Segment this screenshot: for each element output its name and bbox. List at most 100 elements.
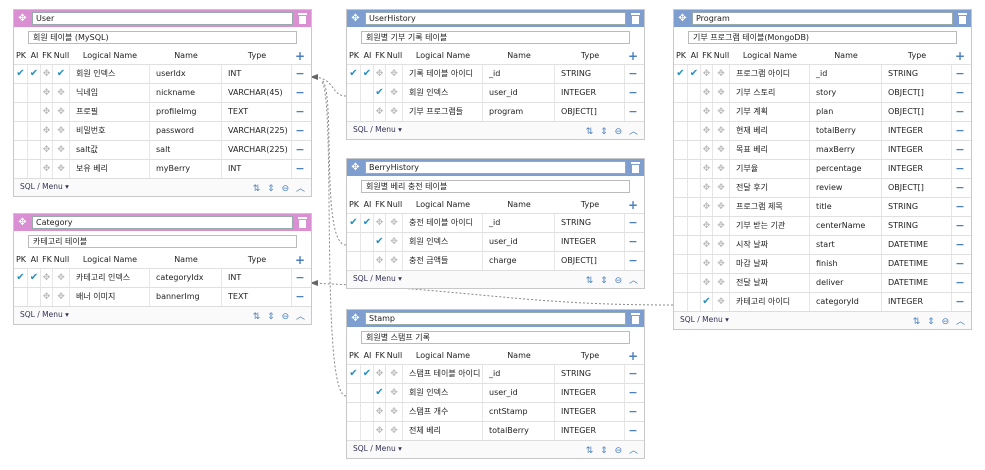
column-type-cell[interactable]: OBJECT[] <box>555 103 625 121</box>
column-type-cell[interactable]: TEXT <box>222 103 292 121</box>
logical-name-cell[interactable]: 전달 날짜 <box>730 274 810 292</box>
fk-toggle[interactable]: ✥ <box>701 84 713 102</box>
remove-column-icon[interactable]: − <box>952 160 968 178</box>
column-type-cell[interactable]: STRING <box>555 65 625 83</box>
column-type-cell[interactable]: INTEGER <box>882 141 952 159</box>
column-name-cell[interactable]: program <box>483 103 555 121</box>
logical-name-cell[interactable]: 스탬프 테이블 아이디 <box>403 365 483 383</box>
table-name-input[interactable]: Stamp <box>365 312 626 325</box>
column-name-cell[interactable]: _id <box>810 65 882 83</box>
trash-icon[interactable] <box>630 161 641 174</box>
column-name-cell[interactable]: userIdx <box>150 65 222 83</box>
table-name-input[interactable]: BerryHistory <box>365 161 626 174</box>
fk-toggle[interactable]: ✥ <box>41 160 53 178</box>
column-name-cell[interactable]: password <box>150 122 222 140</box>
ai-toggle[interactable] <box>28 84 41 102</box>
logical-name-cell[interactable]: 닉네임 <box>70 84 150 102</box>
remove-column-icon[interactable]: − <box>625 214 641 232</box>
trash-icon[interactable] <box>297 12 308 25</box>
null-toggle[interactable]: ✥ <box>53 122 70 140</box>
remove-column-icon[interactable]: − <box>952 141 968 159</box>
add-column-icon[interactable]: + <box>292 253 308 267</box>
ai-toggle[interactable] <box>688 236 701 254</box>
ai-toggle[interactable] <box>361 422 374 440</box>
null-toggle[interactable]: ✥ <box>713 293 730 311</box>
remove-column-icon[interactable]: − <box>292 84 308 102</box>
remove-column-icon[interactable]: − <box>625 403 641 421</box>
column-type-cell[interactable]: STRING <box>882 217 952 235</box>
add-column-icon[interactable]: + <box>625 49 641 63</box>
null-toggle[interactable]: ✥ <box>386 84 403 102</box>
null-toggle[interactable]: ✥ <box>386 233 403 251</box>
pk-toggle[interactable] <box>14 122 28 140</box>
fk-toggle[interactable]: ✥ <box>701 122 713 140</box>
column-name-cell[interactable]: start <box>810 236 882 254</box>
pk-toggle[interactable]: ✔ <box>674 65 688 83</box>
table-userhistory[interactable]: ✥ UserHistory 회원별 기부 기록 테이블 PK AI FK Null Lo… <box>346 9 645 140</box>
null-toggle[interactable]: ✥ <box>713 160 730 178</box>
table-program[interactable]: ✥ Program 기부 프로그램 테이블(MongoDB) PK AI FK Nul… <box>673 9 972 330</box>
remove-column-icon[interactable]: − <box>952 65 968 83</box>
column-name-cell[interactable]: charge <box>483 252 555 270</box>
fk-toggle[interactable]: ✥ <box>374 252 386 270</box>
column-type-cell[interactable]: STRING <box>882 198 952 216</box>
fk-toggle[interactable]: ✥ <box>701 65 713 83</box>
null-toggle[interactable]: ✥ <box>386 403 403 421</box>
table-header[interactable]: ✥ Program <box>674 10 971 27</box>
column-name-cell[interactable]: categoryIdx <box>150 269 222 287</box>
column-type-cell[interactable]: DATETIME <box>882 236 952 254</box>
logical-name-cell[interactable]: 기부율 <box>730 160 810 178</box>
remove-column-icon[interactable]: − <box>292 103 308 121</box>
table-comment-input[interactable]: 회원별 베리 충전 테이블 <box>361 180 630 193</box>
logical-name-cell[interactable]: 충전 금액들 <box>403 252 483 270</box>
footer-icons[interactable]: ⇅ ⇕ ⊖ ︿ <box>586 443 640 456</box>
trash-icon[interactable] <box>297 216 308 229</box>
table-header[interactable]: ✥ User <box>14 10 311 27</box>
column-type-cell[interactable]: INT <box>222 160 292 178</box>
fk-toggle[interactable]: ✥ <box>374 214 386 232</box>
null-toggle[interactable]: ✥ <box>386 103 403 121</box>
fk-toggle[interactable]: ✥ <box>41 141 53 159</box>
logical-name-cell[interactable]: 프로그램 아이디 <box>730 65 810 83</box>
table-comment-input[interactable]: 회원 테이블 (MySQL) <box>28 31 297 44</box>
column-name-cell[interactable]: user_id <box>483 384 555 402</box>
table-user[interactable]: ✥ User 회원 테이블 (MySQL) PK AI FK Null Logical … <box>13 9 312 197</box>
ai-toggle[interactable] <box>688 160 701 178</box>
logical-name-cell[interactable]: 전달 후기 <box>730 179 810 197</box>
column-name-cell[interactable]: _id <box>483 65 555 83</box>
column-name-cell[interactable]: totalBerry <box>810 122 882 140</box>
ai-toggle[interactable] <box>28 103 41 121</box>
null-toggle[interactable]: ✥ <box>53 103 70 121</box>
footer-icons[interactable]: ⇅ ⇕ ⊖ ︿ <box>913 314 967 327</box>
null-toggle[interactable]: ✥ <box>386 252 403 270</box>
column-name-cell[interactable]: _id <box>483 214 555 232</box>
column-type-cell[interactable]: INTEGER <box>555 233 625 251</box>
fk-toggle[interactable]: ✥ <box>374 403 386 421</box>
add-column-icon[interactable]: + <box>292 49 308 63</box>
logical-name-cell[interactable]: 회원 인덱스 <box>403 233 483 251</box>
sql-menu-button[interactable]: SQL / Menu ▾ <box>353 125 402 134</box>
remove-column-icon[interactable]: − <box>952 198 968 216</box>
column-type-cell[interactable]: INTEGER <box>555 84 625 102</box>
remove-column-icon[interactable]: − <box>952 179 968 197</box>
remove-column-icon[interactable]: − <box>625 252 641 270</box>
ai-toggle[interactable]: ✔ <box>28 65 41 83</box>
footer-icons[interactable]: ⇅ ⇕ ⊖ ︿ <box>253 309 307 322</box>
null-toggle[interactable]: ✥ <box>713 141 730 159</box>
column-name-cell[interactable]: finish <box>810 255 882 273</box>
fk-toggle[interactable]: ✥ <box>701 179 713 197</box>
logical-name-cell[interactable]: 기부 프로그램들 <box>403 103 483 121</box>
pk-toggle[interactable] <box>14 141 28 159</box>
fk-toggle[interactable]: ✥ <box>41 288 53 306</box>
trash-icon[interactable] <box>957 12 968 25</box>
fk-toggle[interactable]: ✥ <box>701 255 713 273</box>
column-name-cell[interactable]: cntStamp <box>483 403 555 421</box>
remove-column-icon[interactable]: − <box>625 84 641 102</box>
column-name-cell[interactable]: categoryId <box>810 293 882 311</box>
null-toggle[interactable]: ✥ <box>386 365 403 383</box>
column-type-cell[interactable]: STRING <box>555 365 625 383</box>
column-type-cell[interactable]: INTEGER <box>882 160 952 178</box>
move-icon[interactable]: ✥ <box>350 313 361 324</box>
remove-column-icon[interactable]: − <box>952 84 968 102</box>
remove-column-icon[interactable]: − <box>625 233 641 251</box>
